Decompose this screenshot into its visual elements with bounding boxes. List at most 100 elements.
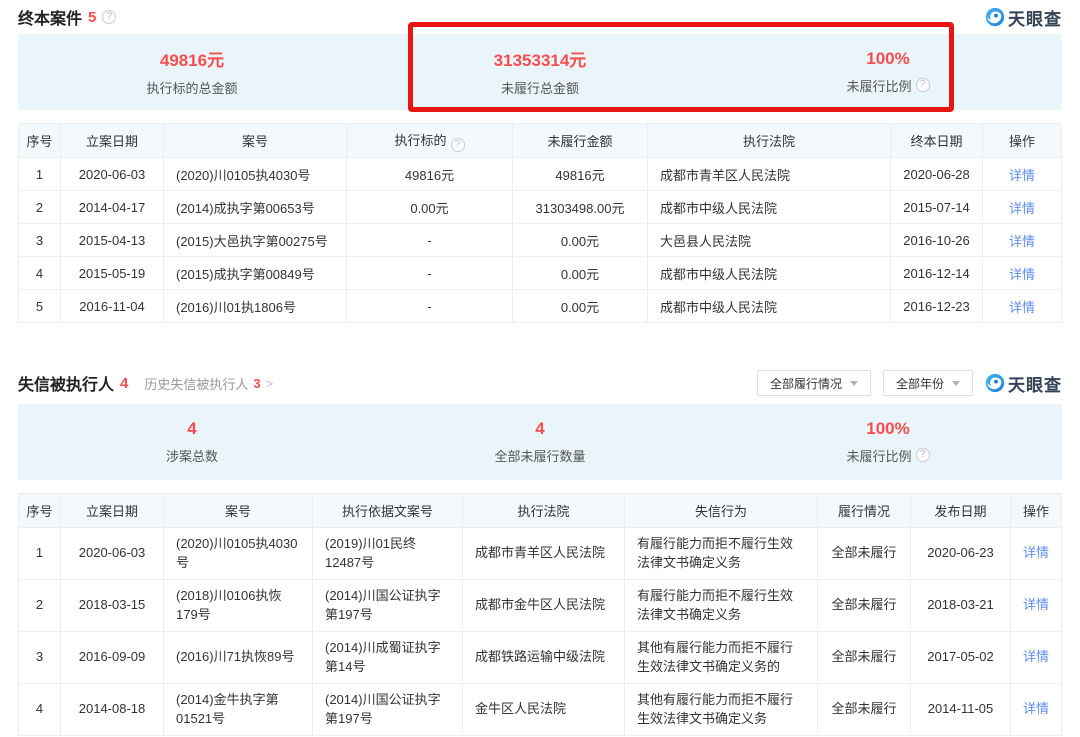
section2-title-group: 失信被执行人 4 历史失信被执行人 3 [18, 371, 273, 395]
table-cell: 详情 [983, 224, 1062, 257]
table-cell: 2016-10-26 [891, 224, 983, 257]
stat-value: 4 [366, 419, 714, 439]
table-row: 52016-11-04(2016)川01执1806号-0.00元成都市中级人民法… [19, 290, 1062, 323]
table-row: 42014-08-18(2014)金牛执字第01521号(2014)川国公证执字… [19, 684, 1062, 736]
table-cell: 2020-06-03 [61, 528, 164, 580]
stat-label: 执行标的总金额 [146, 78, 237, 97]
table-cell: 金牛区人民法院 [463, 684, 625, 736]
table-cell: 全部未履行 [818, 684, 911, 736]
table-cell: 2015-04-13 [61, 224, 164, 257]
table-cell: 详情 [1011, 684, 1062, 736]
chevron-down-icon [952, 381, 960, 386]
table-cell: 49816元 [513, 158, 648, 191]
table-cell: 1 [19, 528, 61, 580]
table-cell: 2 [19, 580, 61, 632]
table-cell: 1 [19, 158, 61, 191]
stat-label: 未履行比例 [846, 446, 929, 465]
stat-label: 未履行比例 [846, 76, 929, 95]
question-circle-icon[interactable] [916, 448, 930, 462]
stat-label: 涉案总数 [166, 446, 218, 465]
history-dishonest-link[interactable]: 历史失信被执行人 3 [144, 374, 273, 393]
table-cell: (2016)川71执恢89号 [164, 632, 313, 684]
detail-link[interactable]: 详情 [1009, 234, 1035, 249]
column-header: 终本日期 [891, 124, 983, 158]
stat-label: 未履行总金额 [501, 78, 579, 97]
table-cell: (2014)川国公证执字第197号 [313, 580, 463, 632]
table-cell: 2018-03-15 [61, 580, 164, 632]
stat-unfulfilled-ratio: 100% 未履行比例 [714, 49, 1062, 96]
column-header: 执行法院 [463, 494, 625, 528]
table-row: 12020-06-03(2020)川0105执4030号(2019)川01民终1… [19, 528, 1062, 580]
table-cell: 成都铁路运输中级法院 [463, 632, 625, 684]
section1-title-group: 终本案件 5 [18, 5, 116, 29]
detail-link[interactable]: 详情 [1009, 168, 1035, 183]
table-cell: (2014)川国公证执字第197号 [313, 684, 463, 736]
stat-value: 4 [18, 419, 366, 439]
table-cell: 详情 [983, 158, 1062, 191]
column-header: 执行标的 [347, 124, 513, 158]
stat-exec-total: 49816元 执行标的总金额 [18, 46, 366, 98]
table-cell: 全部未履行 [818, 528, 911, 580]
table-cell: (2014)金牛执字第01521号 [164, 684, 313, 736]
dropdown-label: 全部履行情况 [770, 375, 842, 392]
table-cell: 详情 [1011, 580, 1062, 632]
table-cell: 2014-11-05 [911, 684, 1011, 736]
table-cell: 详情 [983, 290, 1062, 323]
section2-title: 失信被执行人 [18, 371, 114, 395]
table-cell: 成都市青羊区人民法院 [463, 528, 625, 580]
question-circle-icon[interactable] [451, 138, 465, 152]
table-cell: (2016)川01执1806号 [164, 290, 347, 323]
table-cell: 详情 [983, 257, 1062, 290]
detail-link[interactable]: 详情 [1009, 201, 1035, 216]
column-header: 执行依据文案号 [313, 494, 463, 528]
table-cell: 2020-06-28 [891, 158, 983, 191]
detail-link[interactable]: 详情 [1009, 267, 1035, 282]
detail-link[interactable]: 详情 [1023, 597, 1049, 612]
table-cell: 2016-12-14 [891, 257, 983, 290]
stat-unfulfilled-ratio: 100% 未履行比例 [714, 419, 1062, 466]
detail-link[interactable]: 详情 [1023, 649, 1049, 664]
tianyancha-logo: 天眼查 [985, 5, 1062, 30]
table-cell: 2014-04-17 [61, 191, 164, 224]
table-cell: 3 [19, 632, 61, 684]
table-cell: 成都市中级人民法院 [648, 191, 891, 224]
detail-link[interactable]: 详情 [1023, 701, 1049, 716]
year-filter-dropdown[interactable]: 全部年份 [883, 370, 973, 396]
table-cell: 2 [19, 191, 61, 224]
fulfillment-filter-dropdown[interactable]: 全部履行情况 [757, 370, 871, 396]
tianyancha-logo-icon [985, 373, 1005, 393]
column-header: 失信行为 [625, 494, 818, 528]
table-row: 32016-09-09(2016)川71执恢89号(2014)川成蜀证执字第14… [19, 632, 1062, 684]
table-cell: (2014)成执字第00653号 [164, 191, 347, 224]
column-header: 案号 [164, 494, 313, 528]
dropdown-label: 全部年份 [896, 375, 944, 392]
table-cell: 2020-06-03 [61, 158, 164, 191]
table-cell: 成都市中级人民法院 [648, 257, 891, 290]
terminated-cases-table: 序号立案日期案号执行标的未履行金额执行法院终本日期操作12020-06-03(2… [18, 123, 1062, 323]
detail-link[interactable]: 详情 [1023, 545, 1049, 560]
column-header: 序号 [19, 494, 61, 528]
table-cell: 2020-06-23 [911, 528, 1011, 580]
chevron-right-icon [266, 376, 274, 391]
table-cell: 3 [19, 224, 61, 257]
table-cell: (2020)川0105执4030号 [164, 158, 347, 191]
table-cell: (2015)大邑执字第00275号 [164, 224, 347, 257]
column-header: 操作 [1011, 494, 1062, 528]
table-cell: - [347, 257, 513, 290]
table-row: 42015-05-19(2015)成执字第00849号-0.00元成都市中级人民… [19, 257, 1062, 290]
table-cell: 全部未履行 [818, 632, 911, 684]
question-circle-icon[interactable] [102, 10, 116, 24]
table-cell: 其他有履行能力而拒不履行生效法律文书确定义务 [625, 684, 818, 736]
table-cell: 成都市中级人民法院 [648, 290, 891, 323]
table-cell: 0.00元 [513, 224, 648, 257]
stat-all-unfulfilled-count: 4 全部未履行数量 [366, 419, 714, 466]
column-header: 序号 [19, 124, 61, 158]
table-header-row: 序号立案日期案号执行依据文案号执行法院失信行为履行情况发布日期操作 [19, 494, 1062, 528]
detail-link[interactable]: 详情 [1009, 300, 1035, 315]
section1-stats-bar: 49816元 执行标的总金额 31353314元 未履行总金额 100% 未履行… [18, 34, 1062, 110]
table-cell: 2014-08-18 [61, 684, 164, 736]
table-cell: 31303498.00元 [513, 191, 648, 224]
table-cell: 有履行能力而拒不履行生效法律文书确定义务 [625, 528, 818, 580]
question-circle-icon[interactable] [916, 78, 930, 92]
section1-count: 5 [88, 9, 96, 26]
